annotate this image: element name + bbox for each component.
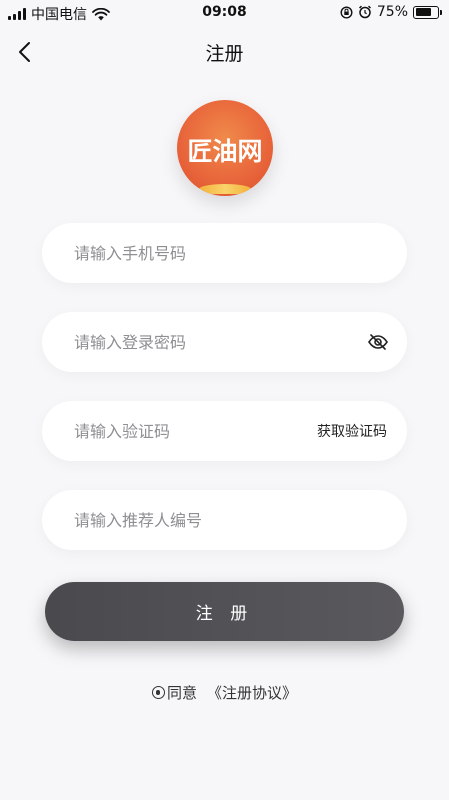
phone-field bbox=[42, 223, 407, 283]
password-visibility-toggle[interactable] bbox=[367, 331, 389, 353]
rotation-lock-icon bbox=[340, 5, 353, 19]
get-code-button[interactable]: 获取验证码 bbox=[317, 421, 387, 441]
status-bar: 中国电信 09:08 75% bbox=[0, 0, 449, 26]
battery-fill bbox=[415, 8, 432, 16]
logo-text: 匠油网 bbox=[187, 137, 263, 166]
password-field bbox=[42, 312, 407, 372]
verification-code-field: 获取验证码 bbox=[42, 401, 407, 461]
phone-input[interactable] bbox=[74, 223, 304, 283]
agree-radio[interactable] bbox=[151, 686, 165, 699]
page-title: 注册 bbox=[205, 43, 244, 65]
nav-bar: 注册 bbox=[0, 30, 449, 74]
register-button[interactable]: 注 册 bbox=[45, 582, 404, 641]
logo-wave bbox=[199, 184, 251, 194]
referrer-input[interactable] bbox=[74, 490, 304, 550]
referrer-field bbox=[42, 490, 407, 550]
battery-icon bbox=[413, 5, 442, 19]
agreement-link[interactable]: 《注册协议》 bbox=[207, 682, 297, 703]
verification-code-input[interactable] bbox=[74, 401, 304, 461]
app-logo: 匠油网 bbox=[177, 100, 273, 196]
password-input[interactable] bbox=[74, 312, 304, 372]
agree-label: 同意 bbox=[166, 684, 197, 702]
eye-off-icon bbox=[368, 334, 388, 350]
battery-percent: 75% bbox=[376, 4, 408, 20]
status-right: 75% bbox=[340, 4, 442, 20]
agreement-row: 同意 《注册协议》 bbox=[0, 682, 449, 703]
alarm-icon bbox=[358, 5, 371, 19]
